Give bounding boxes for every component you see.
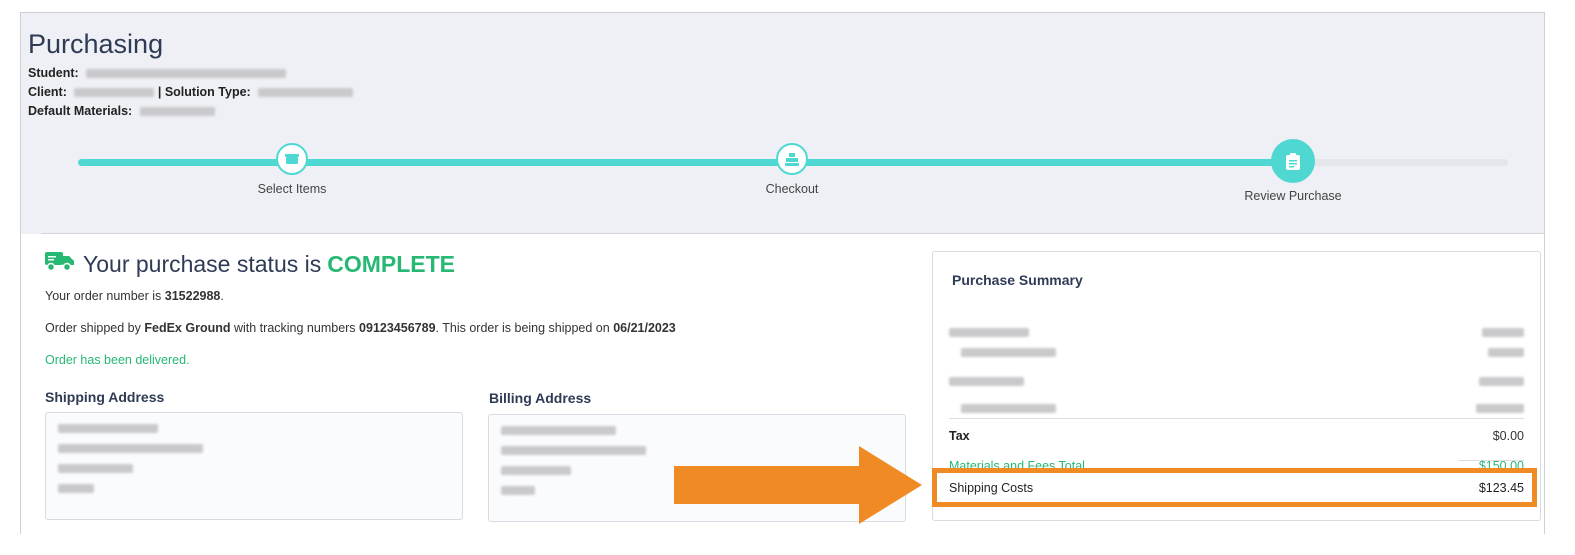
step-select-items[interactable]: Select Items (212, 143, 372, 196)
summary-value-redacted (1488, 348, 1524, 357)
address-line-redacted (58, 424, 158, 433)
order-number: 31522988 (164, 289, 221, 303)
summary-line-redacted (949, 328, 1524, 337)
summary-label-redacted (949, 328, 1029, 337)
step-label: Checkout (765, 182, 819, 196)
address-line-redacted (58, 484, 94, 493)
tax-row: Tax $0.00 (949, 429, 1524, 443)
page-header: Purchasing Student: Client: | Solution T… (21, 13, 1544, 127)
ship-date-prefix: . This order is being shipped on (435, 321, 610, 335)
progress-stepper: Select Items Checkout Review Purchase (28, 127, 1544, 235)
step-label: Review Purchase (1244, 189, 1342, 203)
address-line-redacted (501, 426, 616, 435)
order-number-prefix: Your order number is (45, 289, 162, 303)
order-number-line: Your order number is 31522988. (45, 289, 224, 303)
client-value-redacted (74, 88, 155, 98)
summary-line-redacted (949, 348, 1524, 357)
step-checkout[interactable]: Checkout (712, 143, 872, 196)
summary-line-redacted (949, 377, 1524, 386)
summary-label-redacted (949, 377, 1024, 386)
summary-divider (949, 418, 1524, 419)
address-line-redacted (501, 486, 535, 495)
summary-value-redacted (1479, 377, 1524, 386)
solution-type-label: | Solution Type: (157, 85, 251, 99)
clipboard-icon (1271, 139, 1315, 183)
summary-label-redacted (961, 404, 1056, 413)
shipped-by-prefix: Order shipped by (45, 321, 141, 335)
default-materials-row: Default Materials: (28, 104, 215, 118)
default-materials-value-redacted (139, 107, 215, 117)
billing-address-heading: Billing Address (489, 390, 592, 406)
shipping-costs-highlight-box (932, 468, 1537, 507)
callout-arrow-icon (674, 446, 922, 524)
default-materials-label: Default Materials: (28, 104, 133, 118)
client-row: Client: | Solution Type: (28, 85, 354, 99)
status-value: COMPLETE (327, 250, 456, 277)
summary-label-redacted (961, 348, 1056, 357)
summary-line-redacted (949, 404, 1524, 413)
delivered-message: Order has been delivered. (45, 353, 190, 367)
truck-icon (45, 250, 75, 278)
summary-value-redacted (1476, 404, 1524, 413)
summary-value-redacted (1482, 328, 1524, 337)
purchase-status-heading: Your purchase status is COMPLETE (45, 250, 455, 278)
student-value-redacted (86, 69, 287, 79)
step-label: Select Items (257, 182, 327, 196)
address-line-redacted (58, 464, 133, 473)
address-line-redacted (501, 446, 646, 455)
student-label: Student: (28, 66, 79, 80)
carrier: FedEx Ground (144, 321, 231, 335)
shipping-info-line: Order shipped by FedEx Ground with track… (45, 321, 676, 335)
student-row: Student: (28, 66, 287, 80)
page-title: Purchasing (28, 29, 164, 59)
shipping-address-box (45, 412, 463, 520)
tax-label: Tax (949, 429, 970, 443)
address-line-redacted (501, 466, 571, 475)
store-icon (276, 143, 308, 175)
shipping-address-heading: Shipping Address (45, 389, 165, 405)
address-line-redacted (58, 444, 203, 453)
register-icon (776, 143, 808, 175)
tracking-number[interactable]: 09123456789 (359, 321, 435, 335)
ship-date: 06/21/2023 (613, 321, 676, 335)
summary-title: Purchase Summary (952, 272, 1083, 288)
client-label: Client: (28, 85, 67, 99)
status-prefix: Your purchase status is (83, 250, 322, 277)
step-review-purchase[interactable]: Review Purchase (1213, 139, 1373, 203)
tax-value: $0.00 (1492, 429, 1524, 443)
solution-type-value-redacted (258, 88, 354, 98)
tracking-prefix: with tracking numbers (233, 321, 356, 335)
